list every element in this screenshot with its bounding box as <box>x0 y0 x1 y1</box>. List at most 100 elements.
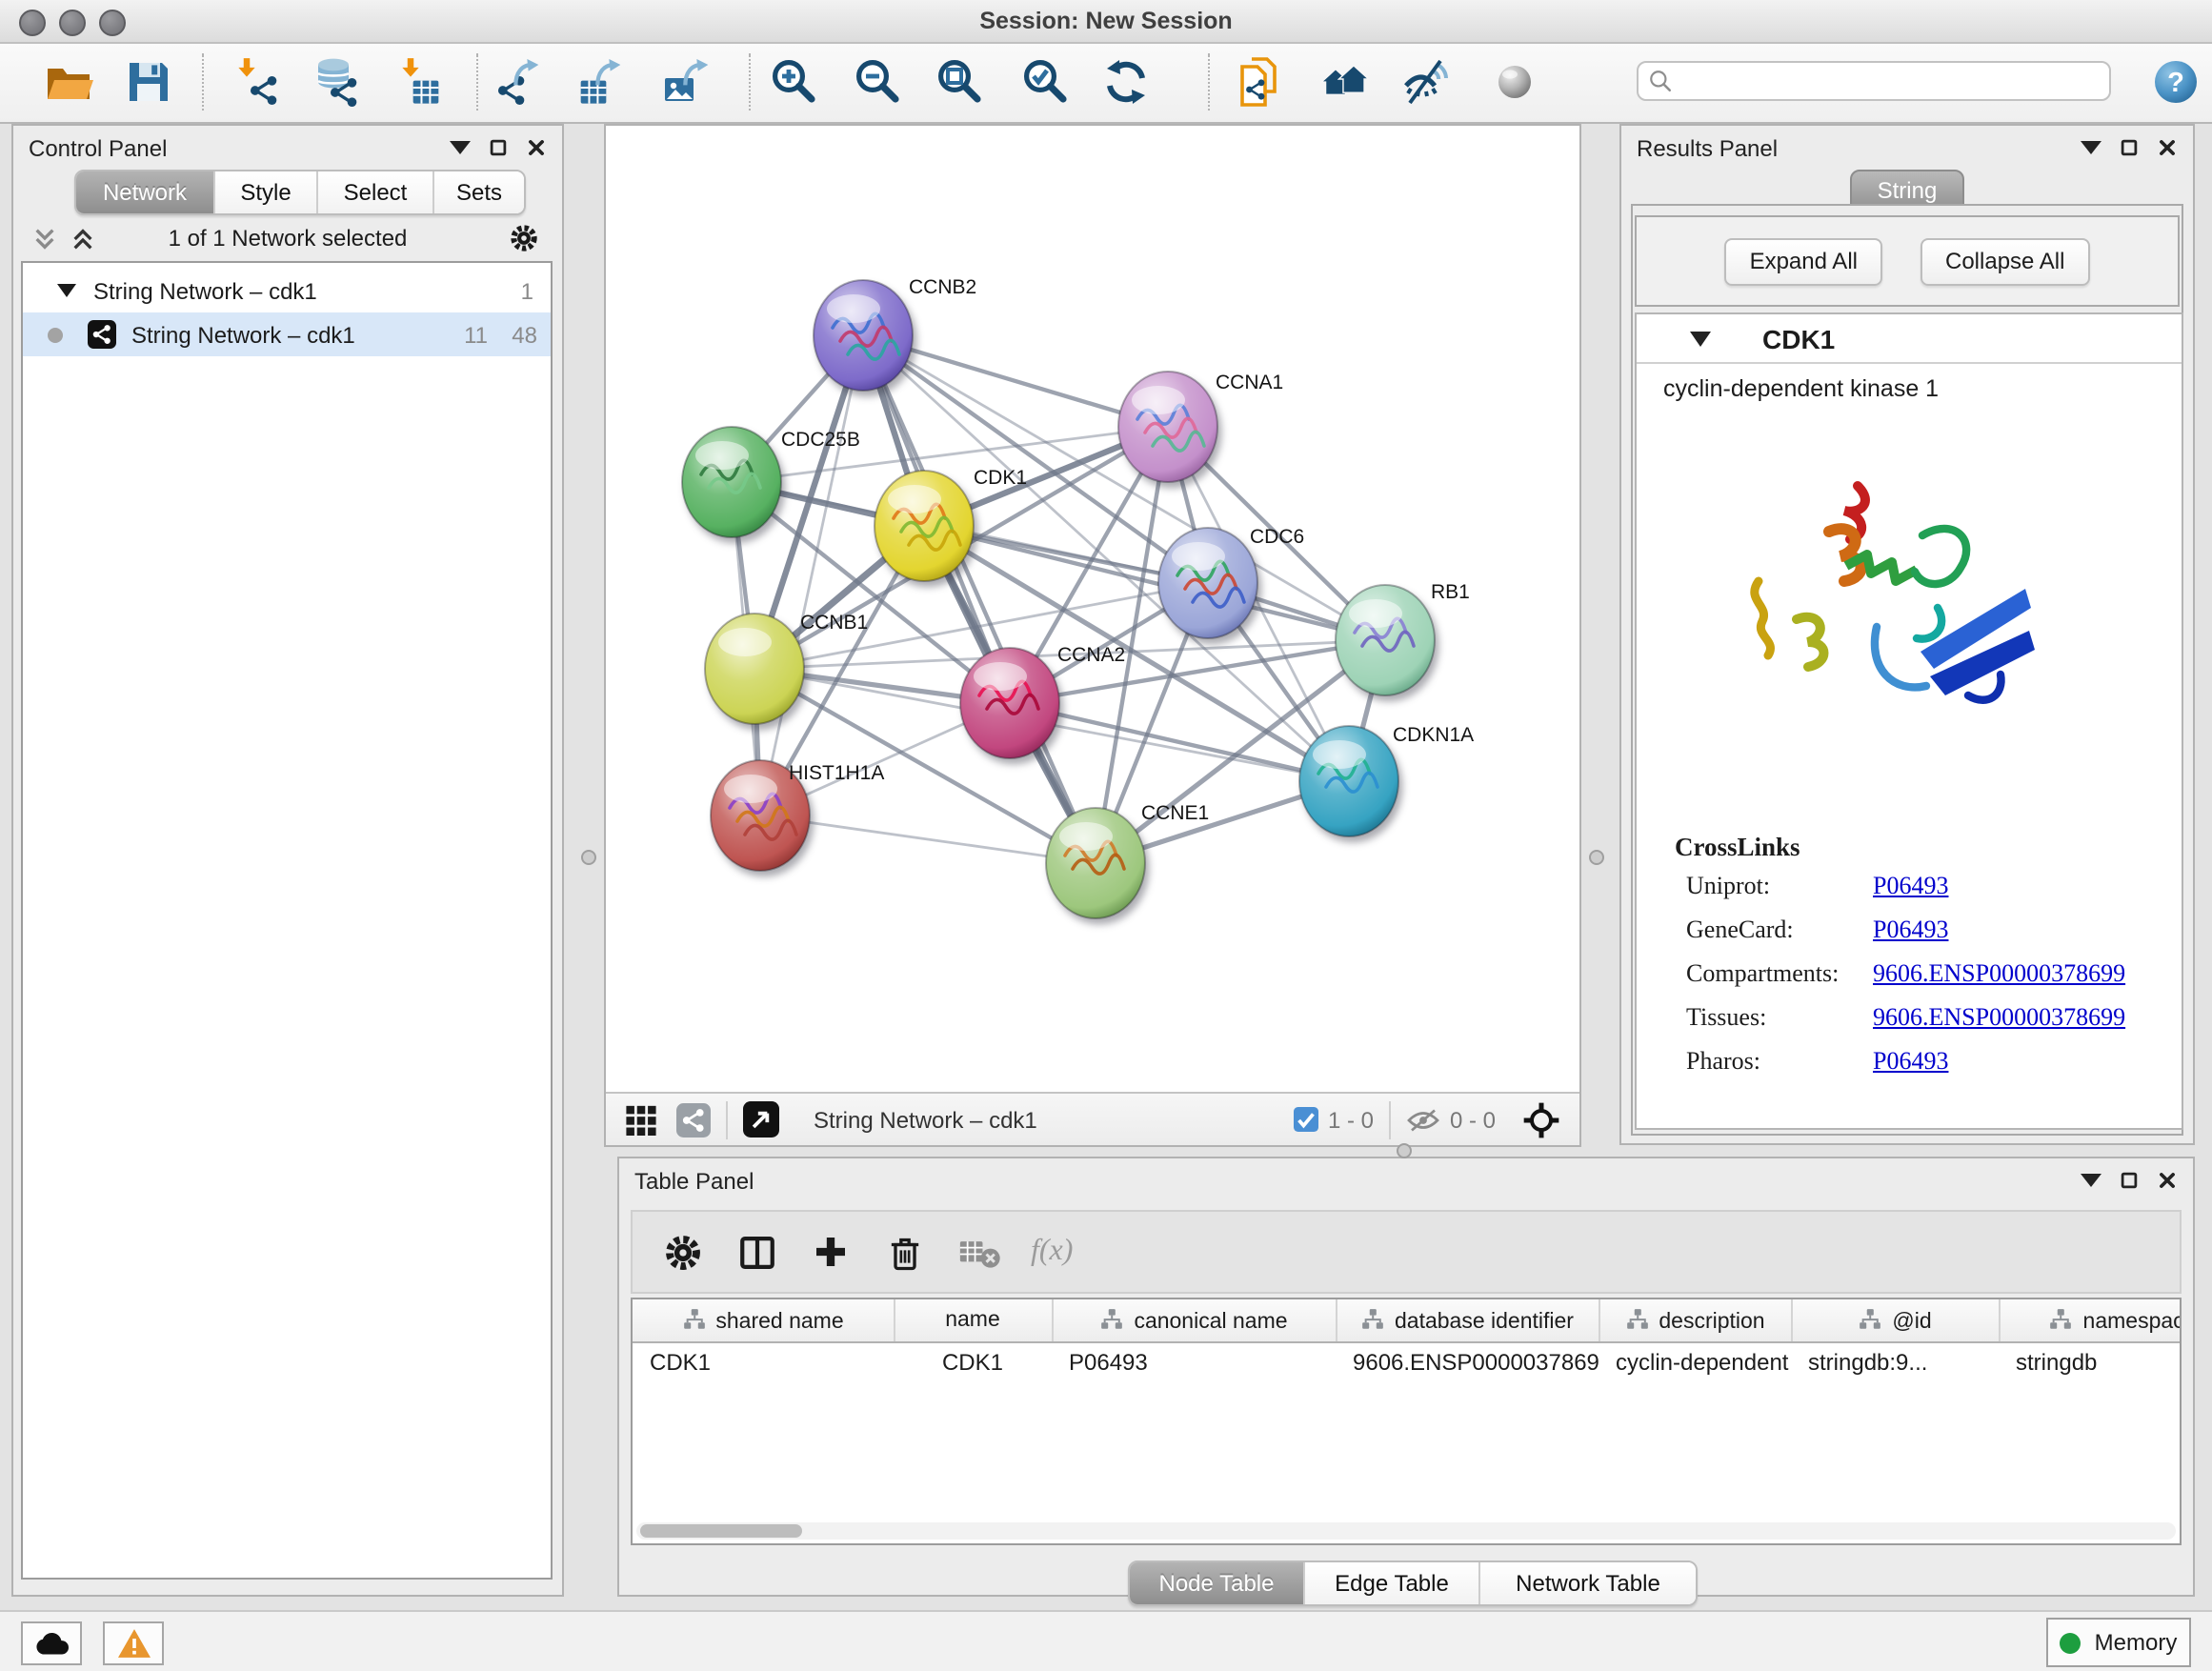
network-node-ccna1[interactable]: CCNA1 <box>1118 372 1283 482</box>
tab-node-table[interactable]: Node Table <box>1130 1562 1305 1604</box>
node-label: CDC6 <box>1250 526 1304 548</box>
collapse-all-button[interactable]: Collapse All <box>1920 237 2089 285</box>
network-row[interactable]: String Network – cdk1 11 48 <box>23 312 551 356</box>
table-settings-button[interactable] <box>659 1229 705 1275</box>
column-header[interactable]: @id <box>1791 1299 1999 1342</box>
column-header[interactable]: database identifier <box>1336 1299 1599 1342</box>
splitter-handle[interactable] <box>1589 850 1604 865</box>
open-session-button[interactable] <box>42 55 95 109</box>
tab-select[interactable]: Select <box>318 171 434 213</box>
warnings-button[interactable] <box>103 1621 164 1665</box>
close-panel-icon[interactable] <box>526 137 547 158</box>
expand-all-button[interactable]: Expand All <box>1725 237 1882 285</box>
crosslink-link[interactable]: 9606.ENSP00000378699 <box>1873 1002 2125 1033</box>
table-row[interactable]: CDK1CDK1P064939606.ENSP00000378699cyclin… <box>633 1342 2182 1379</box>
float-panel-icon[interactable] <box>2119 1170 2140 1191</box>
import-network-button[interactable] <box>229 55 282 109</box>
table-cell[interactable]: P06493 <box>1052 1342 1336 1379</box>
table-panel-title: Table Panel <box>634 1167 754 1194</box>
collapse-panel-icon[interactable] <box>2081 141 2101 154</box>
column-header[interactable]: shared name <box>633 1299 894 1342</box>
network-node-cdc6[interactable]: CDC6 <box>1158 526 1304 638</box>
zoom-selected-button[interactable] <box>1019 55 1073 109</box>
network-node-ccna2[interactable]: CCNA2 <box>960 644 1125 758</box>
table-tabs: Node Table Edge Table Network Table <box>1128 1560 1698 1606</box>
help-button[interactable]: ? <box>2149 55 2202 109</box>
network-view[interactable]: CCNB2CCNA1CDC25BCDK1CDC6RB1CCNB1CCNA2CDK… <box>604 124 1581 1147</box>
table-cell[interactable]: 9606.ENSP00000378699 <box>1336 1342 1599 1379</box>
table-cell[interactable]: CDK1 <box>633 1342 894 1379</box>
collection-expander-icon[interactable] <box>57 284 76 297</box>
table-cell[interactable]: CDK1 <box>894 1342 1052 1379</box>
delete-table-button[interactable] <box>956 1229 1002 1275</box>
string-enhance-button[interactable] <box>1400 55 1454 109</box>
add-column-button[interactable] <box>808 1229 854 1275</box>
table-cell[interactable]: stringdb:9... <box>1791 1342 1999 1379</box>
table-cell[interactable]: cyclin-dependent ... <box>1599 1342 1791 1379</box>
hidden-eye-icon[interactable] <box>1406 1106 1440 1133</box>
zoom-out-button[interactable] <box>852 55 905 109</box>
function-builder-button[interactable]: f(x) <box>1031 1235 1073 1269</box>
horizontal-scrollbar[interactable] <box>636 1522 2176 1540</box>
gear-icon[interactable] <box>509 223 539 253</box>
tab-network-table[interactable]: Network Table <box>1480 1562 1696 1604</box>
collapse-panel-icon[interactable] <box>450 141 471 154</box>
card-expander-icon[interactable] <box>1690 331 1711 346</box>
network-node-ccne1[interactable]: CCNE1 <box>1046 802 1209 918</box>
network-node-cdkn1a[interactable]: CDKN1A <box>1299 724 1474 836</box>
string-home-button[interactable] <box>1318 55 1372 109</box>
column-header[interactable]: namespace <box>1999 1299 2182 1342</box>
float-panel-icon[interactable] <box>2119 137 2140 158</box>
splitter-handle[interactable] <box>1397 1143 1412 1158</box>
close-panel-icon[interactable] <box>2157 1170 2178 1191</box>
memory-button[interactable]: Memory <box>2046 1618 2191 1667</box>
collapse-panel-icon[interactable] <box>2081 1174 2101 1187</box>
network-collection-row[interactable]: String Network – cdk1 1 <box>23 269 551 312</box>
close-panel-icon[interactable] <box>2157 137 2178 158</box>
crosslink-link[interactable]: P06493 <box>1873 871 1948 901</box>
birdseye-view-icon[interactable] <box>743 1101 779 1137</box>
network-edge[interactable] <box>1010 703 1349 781</box>
network-node-hist1h1a[interactable]: HIST1H1A <box>711 760 884 871</box>
splitter-handle[interactable] <box>581 850 596 865</box>
cloud-status-button[interactable] <box>21 1621 82 1665</box>
search-input[interactable] <box>1637 61 2111 101</box>
network-node-rb1[interactable]: RB1 <box>1336 581 1470 695</box>
network-list: String Network – cdk1 1 String Network –… <box>21 261 553 1580</box>
column-header[interactable]: name <box>894 1299 1052 1342</box>
delete-column-button[interactable] <box>882 1229 928 1275</box>
crosslink-link[interactable]: 9606.ENSP00000378699 <box>1873 958 2125 989</box>
import-network-database-button[interactable] <box>309 55 362 109</box>
string-highlight-button[interactable] <box>1488 55 1541 109</box>
zoom-fit-button[interactable] <box>934 55 987 109</box>
share-toggle-icon[interactable] <box>676 1102 711 1137</box>
scrollbar-thumb[interactable] <box>640 1524 802 1538</box>
show-columns-button[interactable] <box>734 1229 779 1275</box>
grid-annotations-icon[interactable] <box>625 1103 657 1136</box>
network-edge[interactable] <box>863 335 1096 863</box>
network-node-cdc25b[interactable]: CDC25B <box>682 427 860 537</box>
zoom-in-button[interactable] <box>768 55 821 109</box>
crosshair-icon[interactable] <box>1522 1100 1560 1138</box>
crosslink-link[interactable]: P06493 <box>1873 1046 1948 1077</box>
string-import-button[interactable] <box>1235 55 1288 109</box>
tab-network[interactable]: Network <box>76 171 215 213</box>
crosslink-link[interactable]: P06493 <box>1873 915 1948 945</box>
export-network-button[interactable] <box>492 55 545 109</box>
import-table-button[interactable] <box>392 55 446 109</box>
network-node-ccnb2[interactable]: CCNB2 <box>814 276 976 391</box>
export-image-button[interactable] <box>659 55 713 109</box>
network-edge[interactable] <box>760 815 1096 863</box>
column-header[interactable]: canonical name <box>1052 1299 1336 1342</box>
tab-sets[interactable]: Sets <box>434 171 524 213</box>
float-panel-icon[interactable] <box>488 137 509 158</box>
selected-checkbox-icon[interactable] <box>1294 1107 1318 1132</box>
apply-layout-button[interactable] <box>1099 55 1153 109</box>
table-cell[interactable]: stringdb <box>1999 1342 2182 1379</box>
export-table-button[interactable] <box>573 55 627 109</box>
tab-style[interactable]: Style <box>215 171 318 213</box>
tab-edge-table[interactable]: Edge Table <box>1305 1562 1480 1604</box>
column-header[interactable]: description <box>1599 1299 1791 1342</box>
network-canvas[interactable]: CCNB2CCNA1CDC25BCDK1CDC6RB1CCNB1CCNA2CDK… <box>606 126 1579 1092</box>
save-session-button[interactable] <box>122 55 175 109</box>
